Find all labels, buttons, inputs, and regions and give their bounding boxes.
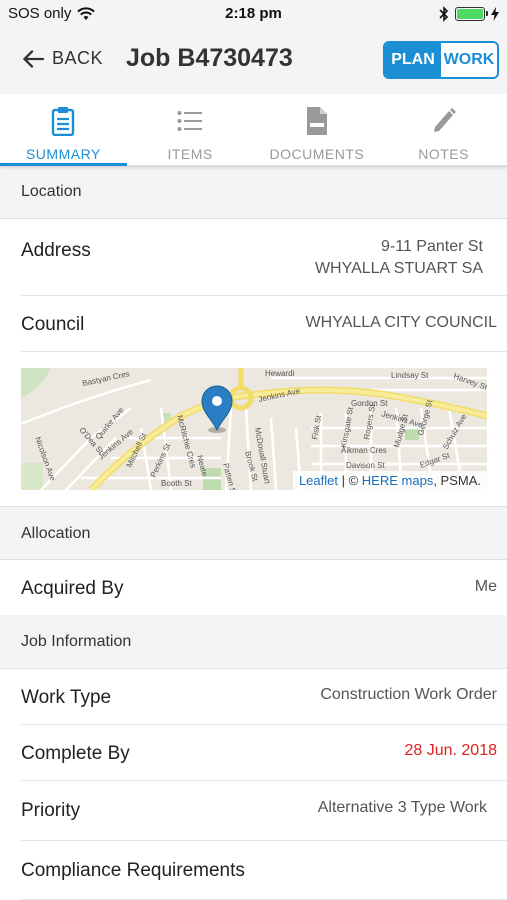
tab-summary[interactable]: SUMMARY xyxy=(0,94,127,166)
acquired-by-row[interactable]: Acquired By Me xyxy=(0,560,507,615)
list-icon xyxy=(177,111,203,131)
status-bar: SOS only 2:18 pm xyxy=(0,0,507,28)
section-title: Allocation xyxy=(21,525,91,542)
document-icon xyxy=(306,107,327,135)
status-time: 2:18 pm xyxy=(225,5,282,22)
back-label: BACK xyxy=(52,48,104,68)
header-bar: BACK Job B4730473 PLAN WORK xyxy=(0,28,507,94)
attribution-separator: | © xyxy=(337,473,362,488)
tab-notes[interactable]: NOTES xyxy=(380,94,507,165)
bluetooth-icon xyxy=(439,6,449,22)
map-street-label: Lindsay St xyxy=(391,371,429,380)
map-street-label: Booth St xyxy=(161,479,192,488)
map-attribution: Leaflet | © HERE maps, PSMA. xyxy=(292,471,487,490)
address-line-2: WHYALLA STUART SA xyxy=(314,260,483,277)
acquired-by-value: Me xyxy=(474,578,497,595)
section-allocation: Allocation xyxy=(0,506,507,560)
plan-work-toggle: PLAN WORK xyxy=(383,41,499,79)
battery-icon xyxy=(455,7,488,21)
priority-value: Alternative 3 Type Work xyxy=(317,799,487,816)
here-maps-link[interactable]: HERE maps xyxy=(362,473,434,488)
tab-label: NOTES xyxy=(418,146,469,162)
tab-documents[interactable]: DOCUMENTS xyxy=(254,94,381,165)
back-button[interactable]: BACK xyxy=(22,48,103,69)
section-title: Job Information xyxy=(21,633,132,650)
section-job-information: Job Information xyxy=(0,615,507,669)
complete-by-label: Complete By xyxy=(21,743,130,764)
plan-button[interactable]: PLAN xyxy=(385,43,441,77)
location-map[interactable]: Jenkins Ave Jenkins Ave Jenkins Ave Bast… xyxy=(21,368,487,490)
section-title: Location xyxy=(21,183,82,200)
map-street-label: Aikman Cres xyxy=(341,446,387,455)
section-location: Location xyxy=(0,166,507,219)
council-label: Council xyxy=(21,314,85,335)
council-row[interactable]: Council WHYALLA CITY COUNCIL xyxy=(0,296,507,352)
compliance-row[interactable]: Compliance Requirements xyxy=(0,841,507,900)
arrow-left-icon xyxy=(22,49,44,68)
acquired-by-label: Acquired By xyxy=(21,578,124,599)
leaflet-link[interactable]: Leaflet xyxy=(299,473,338,488)
battery-level xyxy=(457,9,483,19)
tab-label: ITEMS xyxy=(167,146,213,162)
pencil-icon xyxy=(433,108,456,132)
attribution-tail: , PSMA. xyxy=(433,473,481,488)
council-value: WHYALLA CITY COUNCIL xyxy=(305,314,497,331)
tab-bar: SUMMARY ITEMS DOCUMENTS NOTES xyxy=(0,94,507,166)
complete-by-value: 28 Jun. 2018 xyxy=(404,742,497,759)
clipboard-icon xyxy=(52,107,75,136)
page-title: Job B4730473 xyxy=(126,44,293,72)
map-street-label: Hewardi xyxy=(265,369,295,378)
compliance-label: Compliance Requirements xyxy=(21,860,245,881)
work-button[interactable]: WORK xyxy=(441,43,497,77)
charging-icon xyxy=(491,7,499,21)
work-type-label: Work Type xyxy=(21,687,112,708)
work-type-row[interactable]: Work Type Construction Work Order xyxy=(0,669,507,725)
work-type-value: Construction Work Order xyxy=(320,686,497,703)
address-row[interactable]: Address 9-11 Panter St WHYALLA STUART SA xyxy=(0,219,507,296)
priority-row[interactable]: Priority Alternative 3 Type Work xyxy=(0,781,507,841)
address-line-1: 9-11 Panter St xyxy=(381,238,483,255)
tab-label: SUMMARY xyxy=(25,146,101,162)
divider xyxy=(21,351,507,352)
tab-items[interactable]: ITEMS xyxy=(127,94,254,165)
priority-label: Priority xyxy=(21,800,81,821)
map-street-label: Davison St xyxy=(346,461,385,470)
complete-by-row[interactable]: Complete By 28 Jun. 2018 xyxy=(0,725,507,781)
address-label: Address xyxy=(21,240,91,261)
tab-label: DOCUMENTS xyxy=(269,146,365,162)
